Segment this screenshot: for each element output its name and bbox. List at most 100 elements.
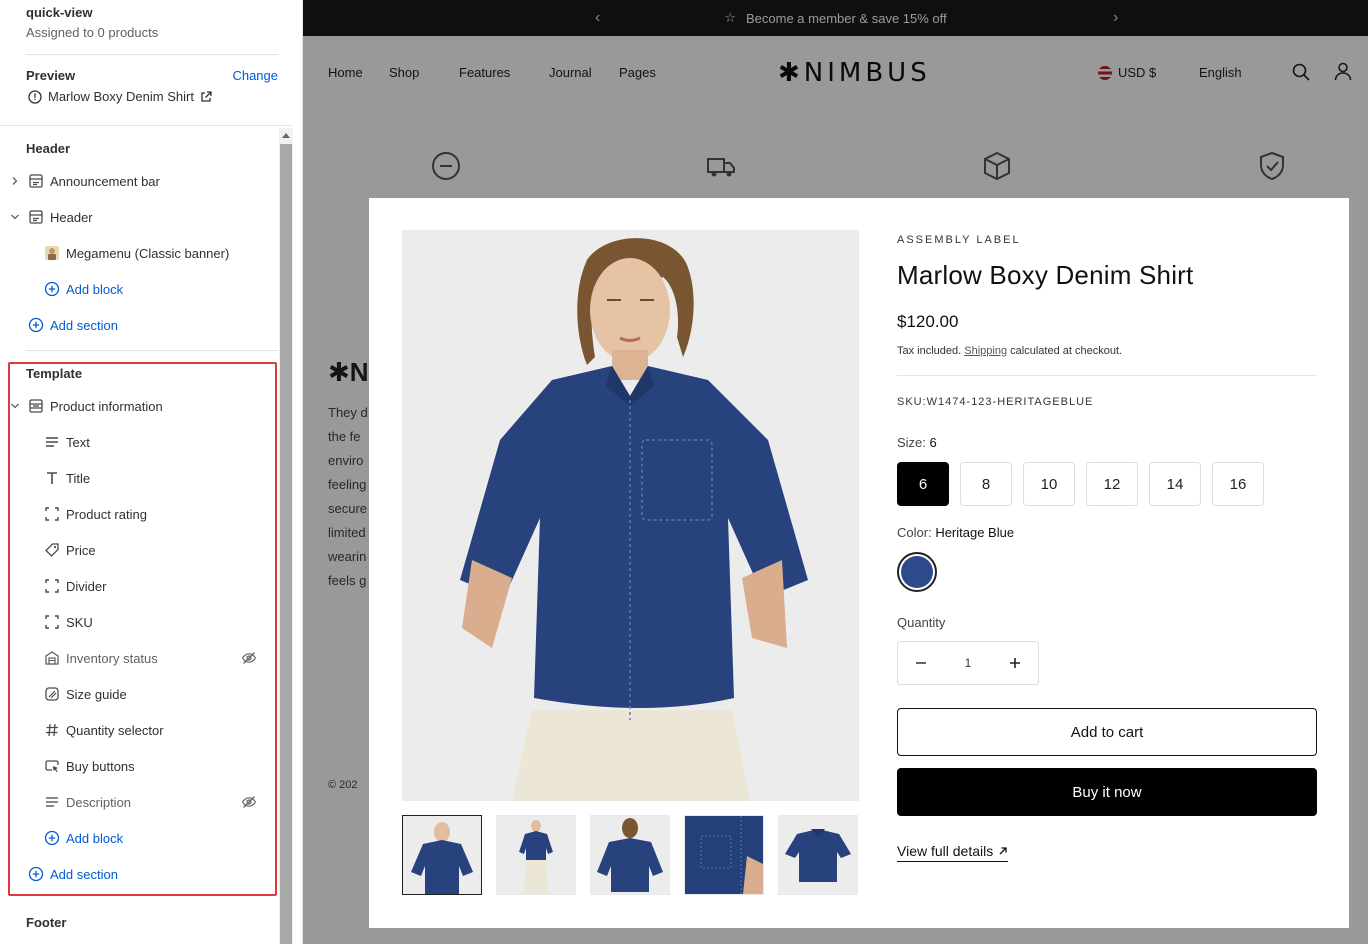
- section-label: Announcement bar: [50, 173, 160, 189]
- size-option-14[interactable]: 14: [1149, 462, 1201, 506]
- thumbnail-3[interactable]: [590, 815, 670, 895]
- arrow-up-right-icon: [999, 847, 1007, 855]
- chevron-down-icon[interactable]: [9, 211, 21, 223]
- button-cursor-icon: [44, 758, 60, 774]
- color-swatch-heritage-blue[interactable]: [897, 552, 937, 592]
- swatch-fill: [901, 556, 933, 588]
- color-option-label: Color: Heritage Blue: [897, 525, 1317, 540]
- size-selected-value: 6: [929, 435, 937, 450]
- block-product-rating[interactable]: Product rating: [0, 496, 276, 532]
- chevron-right-icon[interactable]: [9, 175, 21, 187]
- megamenu-thumbnail-icon: [44, 245, 60, 261]
- title-type-icon: [44, 470, 60, 486]
- footer-group-heading: Footer: [26, 915, 67, 930]
- add-to-cart-button[interactable]: Add to cart: [897, 708, 1317, 756]
- buy-now-button[interactable]: Buy it now: [897, 768, 1317, 816]
- color-selected-value: Heritage Blue: [935, 525, 1015, 540]
- block-label: Text: [66, 434, 90, 450]
- sidebar-scrollbar-thumb[interactable]: [280, 144, 292, 944]
- size-guide-icon: [44, 686, 60, 702]
- tax-suffix: calculated at checkout.: [1010, 345, 1123, 357]
- change-preview-link[interactable]: Change: [232, 68, 278, 83]
- template-add-section[interactable]: Add section: [0, 856, 276, 892]
- thumbnail-5[interactable]: [778, 815, 858, 895]
- theme-editor-sidebar: quick-view Assigned to 0 products Previe…: [0, 0, 303, 944]
- block-text[interactable]: Text: [0, 424, 276, 460]
- hash-icon: [44, 722, 60, 738]
- section-announcement-bar[interactable]: Announcement bar: [0, 163, 276, 199]
- thumbnail-4[interactable]: [684, 815, 764, 895]
- block-size-guide[interactable]: Size guide: [0, 676, 276, 712]
- plus-circle-icon: [44, 281, 60, 297]
- section-label: Product information: [50, 398, 163, 414]
- external-link-icon[interactable]: [200, 90, 212, 103]
- plus-circle-icon: [28, 317, 44, 333]
- tax-prefix: Tax included.: [897, 345, 962, 357]
- quick-view-modal: ASSEMBLY LABEL Marlow Boxy Denim Shirt $…: [369, 198, 1349, 928]
- product-main-image[interactable]: [402, 230, 859, 801]
- dashed-frame-icon: [44, 578, 60, 594]
- preview-label: Preview: [26, 68, 76, 83]
- block-label: Description: [66, 794, 132, 810]
- tax-note: Tax included. Shipping calculated at che…: [897, 345, 1317, 357]
- section-header[interactable]: Header: [0, 199, 276, 235]
- product-info: ASSEMBLY LABEL Marlow Boxy Denim Shirt $…: [897, 234, 1317, 862]
- block-label: Product rating: [66, 506, 147, 522]
- shipping-link[interactable]: Shipping: [964, 345, 1007, 357]
- divider: [26, 54, 278, 55]
- block-label: SKU: [66, 614, 93, 630]
- size-option-10[interactable]: 10: [1023, 462, 1075, 506]
- quantity-stepper: 1: [897, 641, 1039, 685]
- size-option-16[interactable]: 16: [1212, 462, 1264, 506]
- chevron-down-icon[interactable]: [9, 400, 21, 412]
- divider: [26, 350, 278, 351]
- size-label: Size:: [897, 435, 926, 450]
- block-price[interactable]: Price: [0, 532, 276, 568]
- block-label: Quantity selector: [66, 722, 164, 738]
- thumbnail-1[interactable]: [402, 815, 482, 895]
- scroll-up-arrow-icon[interactable]: [279, 128, 293, 142]
- eye-hidden-icon[interactable]: [241, 650, 257, 666]
- block-description[interactable]: Description: [0, 784, 276, 820]
- template-add-block[interactable]: Add block: [0, 820, 276, 856]
- header-add-block[interactable]: Add block: [0, 271, 276, 307]
- price-tag-icon: [44, 542, 60, 558]
- block-label: Inventory status: [66, 650, 158, 666]
- plus-circle-icon: [28, 866, 44, 882]
- preview-product[interactable]: Marlow Boxy Denim Shirt: [28, 89, 212, 104]
- quantity-increase-button[interactable]: [992, 642, 1038, 684]
- block-title[interactable]: Title: [0, 460, 276, 496]
- plus-icon: [1010, 658, 1020, 668]
- size-option-6[interactable]: 6: [897, 462, 949, 506]
- info-circle-icon: [28, 89, 42, 104]
- block-label: Title: [66, 470, 91, 486]
- block-label: Price: [66, 542, 96, 558]
- block-megamenu[interactable]: Megamenu (Classic banner): [0, 235, 276, 271]
- minus-icon: [916, 662, 926, 664]
- quantity-input[interactable]: 1: [944, 656, 992, 670]
- block-quantity-selector[interactable]: Quantity selector: [0, 712, 276, 748]
- template-assigned-count: Assigned to 0 products: [26, 25, 159, 40]
- quantity-decrease-button[interactable]: [898, 642, 944, 684]
- denim-shirt-model-image: [402, 230, 859, 801]
- text-lines-icon: [44, 434, 60, 450]
- divider: [897, 375, 1317, 376]
- product-vendor[interactable]: ASSEMBLY LABEL: [897, 234, 1317, 246]
- block-divider[interactable]: Divider: [0, 568, 276, 604]
- text-lines-icon: [44, 794, 60, 810]
- size-option-12[interactable]: 12: [1086, 462, 1138, 506]
- section-product-information[interactable]: Product information: [0, 388, 276, 424]
- block-sku[interactable]: SKU: [0, 604, 276, 640]
- header-add-section[interactable]: Add section: [0, 307, 276, 343]
- product-title: Marlow Boxy Denim Shirt: [897, 260, 1194, 290]
- block-label: Divider: [66, 578, 107, 594]
- size-option-8[interactable]: 8: [960, 462, 1012, 506]
- template-name: quick-view: [26, 5, 93, 20]
- block-buy-buttons[interactable]: Buy buttons: [0, 748, 276, 784]
- block-inventory-status[interactable]: Inventory status: [0, 640, 276, 676]
- inventory-store-icon: [44, 650, 60, 666]
- thumbnail-2[interactable]: [496, 815, 576, 895]
- eye-hidden-icon[interactable]: [241, 794, 257, 810]
- view-full-details-link[interactable]: View full details: [897, 843, 1009, 862]
- block-label: Megamenu (Classic banner): [66, 245, 230, 261]
